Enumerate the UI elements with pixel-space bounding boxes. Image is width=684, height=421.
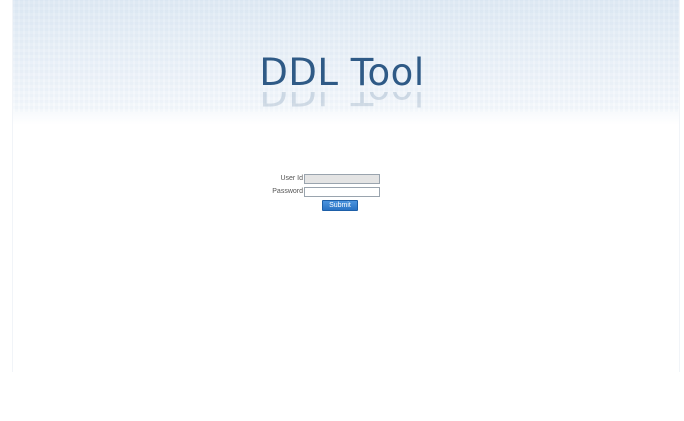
userid-input[interactable]	[304, 174, 380, 184]
userid-label: User Id	[280, 175, 303, 182]
login-page: DDL Tool DDL Tool User Id Password Submi…	[0, 0, 684, 421]
submit-button[interactable]: Submit	[322, 200, 358, 211]
login-form: User Id Password Submit	[0, 0, 684, 421]
password-label: Password	[272, 188, 303, 195]
password-input[interactable]	[304, 187, 380, 197]
